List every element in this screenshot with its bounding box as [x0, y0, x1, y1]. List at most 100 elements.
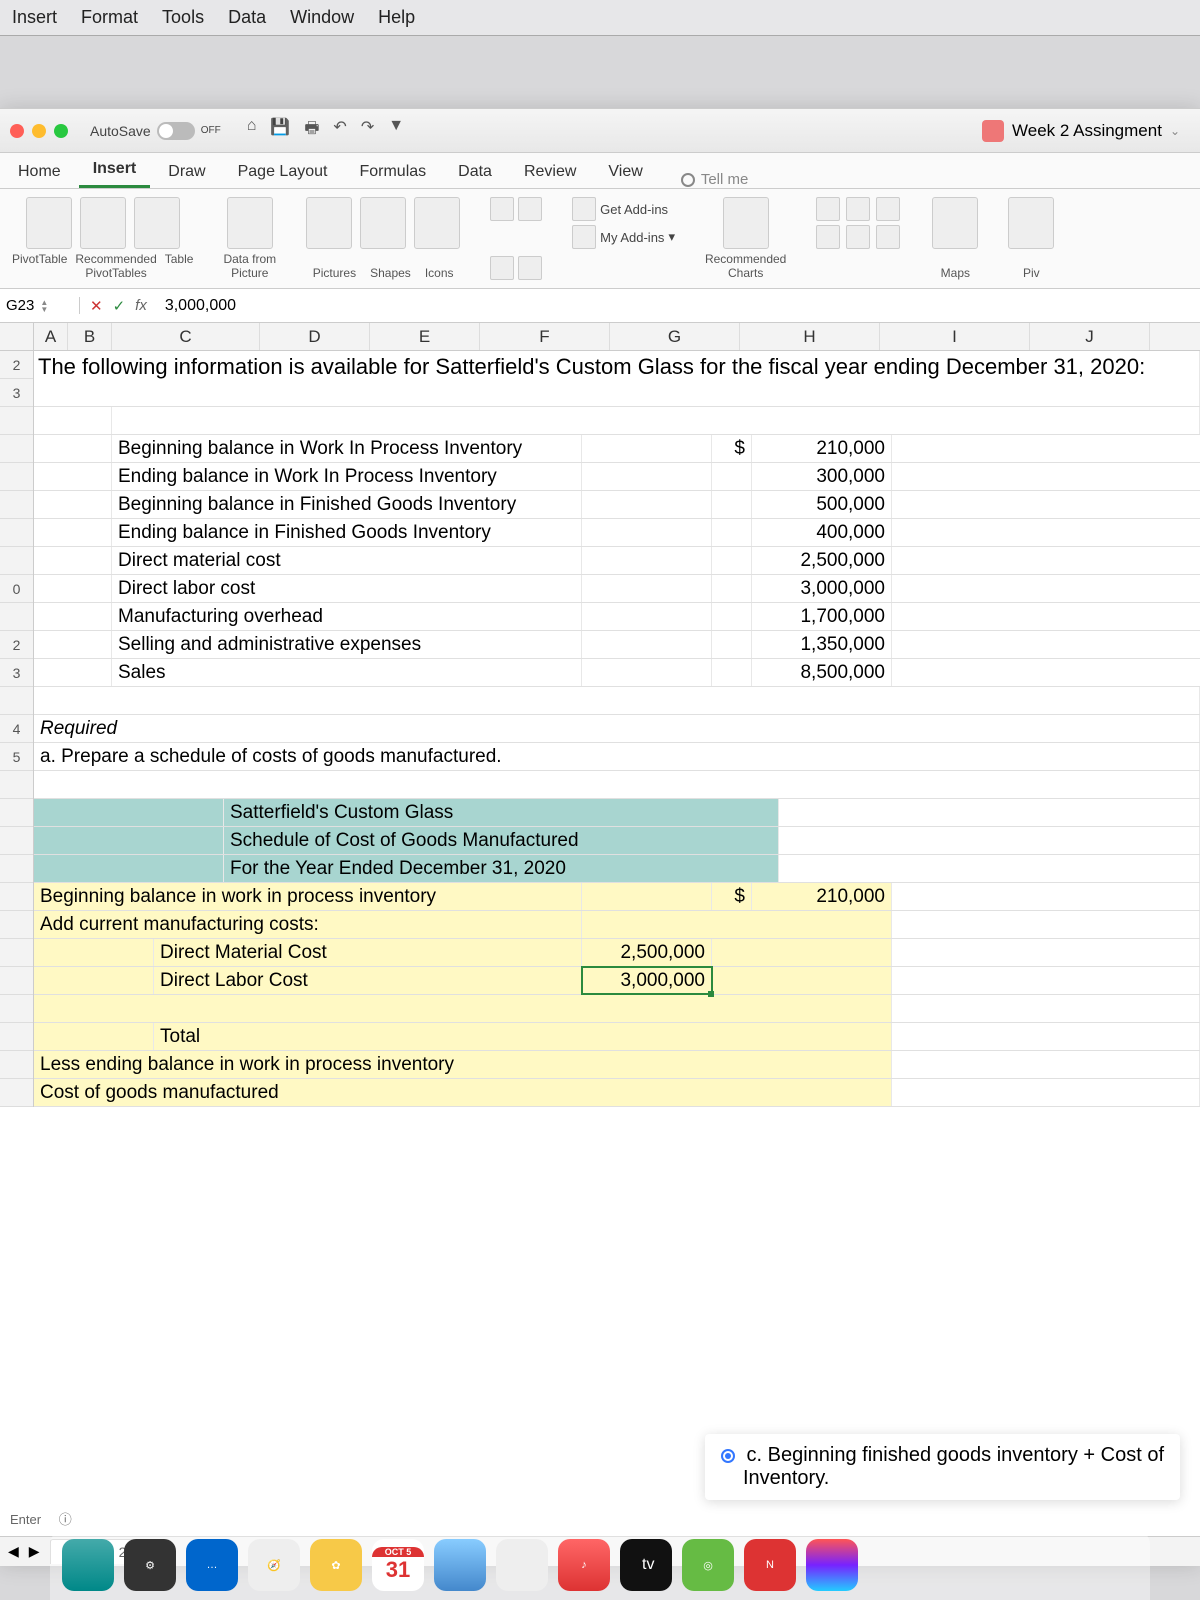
tab-home[interactable]: Home	[4, 156, 75, 188]
bar-chart-button[interactable]	[816, 225, 840, 249]
table-row[interactable]: Cost of goods manufactured	[34, 1079, 1200, 1107]
maps-button[interactable]	[932, 197, 978, 249]
table-row[interactable]: Beginning balance in work in process inv…	[34, 883, 1200, 911]
row-header[interactable]	[0, 855, 33, 883]
notes-icon[interactable]	[496, 1539, 548, 1591]
row-header[interactable]	[0, 827, 33, 855]
quick-access-toolbar[interactable]: ⌂ 💾 🖶 ↶ ↷ ▼	[247, 117, 404, 144]
tab-review[interactable]: Review	[510, 156, 590, 188]
col-c[interactable]: C	[112, 323, 260, 350]
close-icon[interactable]	[10, 124, 24, 138]
launchpad-icon[interactable]	[434, 1539, 486, 1591]
value-cell[interactable]: 1,700,000	[752, 603, 892, 630]
next-sheet-icon[interactable]: ▶	[29, 1543, 40, 1560]
threed-models-button[interactable]	[490, 197, 514, 221]
row-header[interactable]	[0, 687, 33, 715]
intro-cell[interactable]: The following information is available f…	[34, 351, 1200, 406]
qat-dropdown-icon[interactable]: ▼	[388, 117, 404, 144]
my-addins-button[interactable]: My Add-ins ▾	[572, 225, 675, 249]
row-header[interactable]	[0, 995, 33, 1023]
pie-chart-button[interactable]	[876, 197, 900, 221]
icons-button[interactable]	[414, 197, 460, 249]
row-header[interactable]: 2	[0, 351, 33, 379]
stepper-icon[interactable]: ▲▼	[40, 299, 48, 313]
row-header[interactable]: 2	[0, 631, 33, 659]
filename[interactable]: Week 2 Assingment ⌄	[982, 120, 1180, 142]
value-cell[interactable]: 1,350,000	[752, 631, 892, 658]
table-row[interactable]: Total	[34, 1023, 1200, 1051]
formula-input[interactable]	[157, 297, 1200, 315]
table-row[interactable]: Direct material cost 2,500,000	[34, 547, 1200, 575]
table-row[interactable]: Schedule of Cost of Goods Manufactured	[34, 827, 1200, 855]
table-button[interactable]	[134, 197, 180, 249]
table-row[interactable]: Add current manufacturing costs:	[34, 911, 1200, 939]
table-row[interactable]: Selling and administrative expenses 1,35…	[34, 631, 1200, 659]
pivotchart-button[interactable]	[1008, 197, 1054, 249]
menu-format[interactable]: Format	[81, 7, 138, 28]
column-chart-button[interactable]	[816, 197, 840, 221]
menu-tools[interactable]: Tools	[162, 7, 204, 28]
name-box[interactable]: G23 ▲▼	[0, 297, 80, 314]
news-icon[interactable]: N	[744, 1539, 796, 1591]
music-icon[interactable]: ♪	[558, 1539, 610, 1591]
mac-menubar[interactable]: Insert Format Tools Data Window Help	[0, 0, 1200, 36]
table-row[interactable]	[34, 995, 1200, 1023]
recommended-charts-button[interactable]	[723, 197, 769, 249]
row-header[interactable]: 3	[0, 379, 33, 407]
row-header[interactable]	[0, 519, 33, 547]
col-i[interactable]: I	[880, 323, 1030, 350]
value-cell[interactable]: 210,000	[752, 435, 892, 462]
row-header[interactable]	[0, 771, 33, 799]
prev-sheet-icon[interactable]: ◀	[8, 1543, 19, 1560]
chevron-down-icon[interactable]: ⌄	[1170, 124, 1180, 138]
table-row[interactable]: Ending balance in Finished Goods Invento…	[34, 519, 1200, 547]
accessibility-icon[interactable]: ⓘ	[59, 1512, 72, 1527]
add-costs-label[interactable]: Add current manufacturing costs:	[34, 911, 582, 938]
currency-cell[interactable]: $	[712, 883, 752, 910]
redo-icon[interactable]: ↷	[361, 117, 374, 144]
table-row[interactable]: Sales 8,500,000	[34, 659, 1200, 687]
tab-draw[interactable]: Draw	[154, 156, 219, 188]
item-label[interactable]: Ending balance in Work In Process Invent…	[112, 463, 582, 490]
accept-icon[interactable]: ✓	[113, 297, 126, 315]
table-row[interactable]: a. Prepare a schedule of costs of goods …	[34, 743, 1200, 771]
dmc-label[interactable]: Direct Material Cost	[154, 939, 582, 966]
area-chart-button[interactable]	[846, 225, 870, 249]
required-label[interactable]: Required	[34, 715, 1200, 742]
row-header[interactable]	[0, 603, 33, 631]
dlc-label[interactable]: Direct Labor Cost	[154, 967, 582, 994]
scatter-chart-button[interactable]	[876, 225, 900, 249]
col-j[interactable]: J	[1030, 323, 1150, 350]
item-label[interactable]: Sales	[112, 659, 582, 686]
row-header[interactable]	[0, 939, 33, 967]
window-controls[interactable]	[10, 124, 68, 138]
col-b[interactable]: B	[68, 323, 112, 350]
tab-insert[interactable]: Insert	[79, 153, 151, 188]
table-row[interactable]	[34, 771, 1200, 799]
pivottable-button[interactable]	[26, 197, 72, 249]
menu-window[interactable]: Window	[290, 7, 354, 28]
table-row[interactable]: Beginning balance in Work In Process Inv…	[34, 435, 1200, 463]
tab-view[interactable]: View	[594, 156, 656, 188]
smartart-button[interactable]	[518, 197, 542, 221]
row-header[interactable]	[0, 1079, 33, 1107]
photos-icon[interactable]: ✿	[310, 1539, 362, 1591]
schedule-date[interactable]: For the Year Ended December 31, 2020	[224, 855, 779, 882]
less-end-label[interactable]: Less ending balance in work in process i…	[34, 1051, 892, 1078]
app-icon[interactable]	[806, 1539, 858, 1591]
value-cell[interactable]: 8,500,000	[752, 659, 892, 686]
row-header[interactable]	[0, 547, 33, 575]
screenshot-button[interactable]	[490, 256, 514, 280]
item-label[interactable]: Manufacturing overhead	[112, 603, 582, 630]
table-row[interactable]: Direct labor cost 3,000,000	[34, 575, 1200, 603]
spreadsheet-grid[interactable]: A B C D E F G H I J 2 3 0 2	[0, 323, 1200, 1536]
item-label[interactable]: Ending balance in Finished Goods Invento…	[112, 519, 582, 546]
print-icon[interactable]: 🖶	[304, 117, 319, 144]
row-header[interactable]	[0, 911, 33, 939]
col-d[interactable]: D	[260, 323, 370, 350]
cancel-icon[interactable]: ✕	[90, 297, 103, 315]
radio-icon[interactable]	[721, 1449, 735, 1463]
misc-button[interactable]	[518, 256, 542, 280]
pictures-button[interactable]	[306, 197, 352, 249]
menu-help[interactable]: Help	[378, 7, 415, 28]
